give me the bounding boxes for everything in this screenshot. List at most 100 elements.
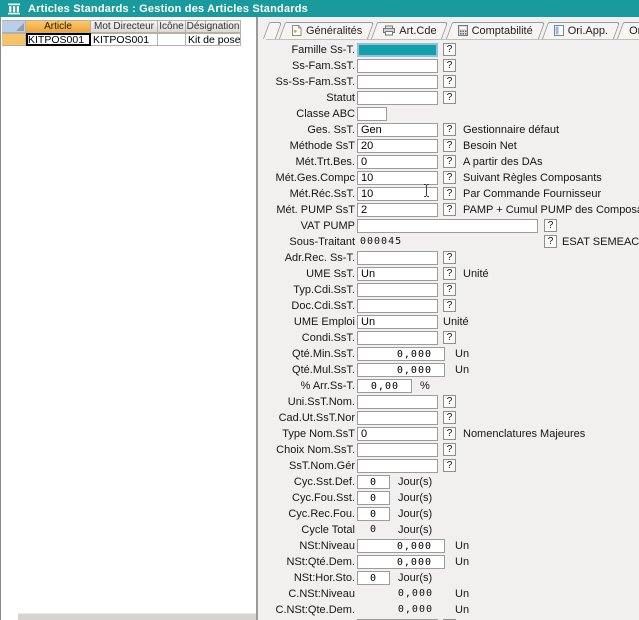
help-button[interactable]: ? bbox=[443, 283, 456, 296]
help-button[interactable]: ? bbox=[544, 219, 557, 232]
field-label: NSt:Hor.Sto. bbox=[262, 570, 355, 586]
help-button[interactable]: ? bbox=[443, 43, 456, 56]
field-input[interactable] bbox=[357, 43, 438, 57]
field-input[interactable] bbox=[357, 459, 438, 473]
field-row: Qté.Min.SsT.Un bbox=[262, 346, 639, 362]
column-header-icne[interactable]: Icône bbox=[158, 20, 186, 33]
horizontal-scrollbar[interactable] bbox=[18, 613, 256, 620]
help-button[interactable]: ? bbox=[544, 235, 557, 248]
column-header-article[interactable]: Article bbox=[26, 20, 91, 33]
field-input[interactable] bbox=[357, 347, 445, 361]
field-note: Un bbox=[455, 538, 469, 554]
field-label: Méthode SsT bbox=[262, 138, 355, 154]
tab-ori-fab[interactable]: Ori.Fab. bbox=[620, 22, 639, 39]
field-input[interactable] bbox=[357, 443, 438, 457]
field-note: Jour(s) bbox=[398, 506, 432, 522]
help-button[interactable]: ? bbox=[443, 395, 456, 408]
field-note: Par Commande Fournisseur bbox=[463, 186, 601, 202]
field-row: Cycle Total0Jour(s) bbox=[262, 522, 639, 538]
help-button[interactable]: ? bbox=[443, 427, 456, 440]
field-input[interactable] bbox=[357, 555, 445, 569]
tab-art-cde[interactable]: Art.Cde bbox=[374, 22, 445, 39]
field-input[interactable] bbox=[357, 539, 445, 553]
field-note: Suivant Règles Composants bbox=[463, 170, 602, 186]
tab-label: Comptabilité bbox=[472, 25, 533, 37]
field-input[interactable] bbox=[357, 331, 438, 345]
help-button[interactable]: ? bbox=[443, 459, 456, 472]
field-input[interactable] bbox=[357, 203, 438, 217]
field-input[interactable] bbox=[357, 123, 438, 137]
field-input[interactable] bbox=[357, 187, 438, 201]
help-button[interactable]: ? bbox=[443, 155, 456, 168]
field-label: C.NSt:Niveau bbox=[262, 586, 355, 602]
field-input[interactable] bbox=[357, 315, 438, 329]
help-button[interactable]: ? bbox=[443, 203, 456, 216]
field-input[interactable] bbox=[357, 267, 438, 281]
field-row: Uni.SsT.Nom.? bbox=[262, 394, 639, 410]
help-button[interactable]: ? bbox=[443, 267, 456, 280]
field-input[interactable] bbox=[357, 75, 438, 89]
field-input[interactable] bbox=[357, 59, 438, 73]
field-label: % Arr.Ss-T. bbox=[262, 378, 355, 394]
help-button[interactable]: ? bbox=[443, 251, 456, 264]
grid-cell[interactable] bbox=[158, 33, 186, 46]
tab-ori-app[interactable]: Ori.App. bbox=[545, 22, 617, 39]
field-input[interactable] bbox=[357, 107, 387, 121]
help-button[interactable]: ? bbox=[443, 443, 456, 456]
help-button[interactable]: ? bbox=[443, 59, 456, 72]
field-input[interactable] bbox=[357, 507, 390, 521]
field-input[interactable] bbox=[357, 427, 438, 441]
field-note: PAMP + Cumul PUMP des Composants bbox=[463, 202, 639, 218]
field-label: UME Emploi bbox=[262, 314, 355, 330]
field-row: SsT.Nom.Gér? bbox=[262, 458, 639, 474]
column-header-dsignation[interactable]: Désignation bbox=[186, 20, 241, 33]
field-label: Condi.SsT. bbox=[262, 330, 355, 346]
row-selector[interactable] bbox=[2, 33, 26, 46]
grid-cell[interactable]: KITPOS001 bbox=[26, 33, 91, 46]
field-label: Cyc.Rec.Fou. bbox=[262, 506, 355, 522]
help-button[interactable]: ? bbox=[443, 75, 456, 88]
tab-comptabilit[interactable]: Comptabilité bbox=[449, 22, 542, 39]
help-button[interactable]: ? bbox=[443, 411, 456, 424]
field-input[interactable] bbox=[357, 411, 438, 425]
field-input[interactable] bbox=[357, 251, 438, 265]
field-note: % bbox=[420, 378, 430, 394]
field-label: Typ.Cdi.SsT. bbox=[262, 282, 355, 298]
field-input[interactable] bbox=[357, 155, 438, 169]
field-input[interactable] bbox=[357, 363, 445, 377]
field-input[interactable] bbox=[357, 283, 438, 297]
help-button[interactable]: ? bbox=[443, 139, 456, 152]
grid-cell[interactable]: Kit de pose 1 bbox=[186, 33, 241, 46]
field-input[interactable] bbox=[357, 139, 438, 153]
help-button[interactable]: ? bbox=[443, 299, 456, 312]
field-input[interactable] bbox=[357, 491, 390, 505]
field-label: Choix Nom.SsT. bbox=[262, 442, 355, 458]
field-label: Cyc.Fou.Sst. bbox=[262, 490, 355, 506]
field-note: Un bbox=[455, 554, 469, 570]
help-button[interactable]: ? bbox=[443, 331, 456, 344]
field-input[interactable] bbox=[357, 475, 390, 489]
field-note: Jour(s) bbox=[398, 522, 432, 538]
field-input[interactable] bbox=[357, 171, 438, 185]
column-header-motdirecteur[interactable]: Mot Directeur bbox=[91, 20, 158, 33]
field-input[interactable] bbox=[357, 219, 538, 233]
field-row: Statut? bbox=[262, 90, 639, 106]
field-row: Mét.Réc.SsT.?Par Commande Fournisseur bbox=[262, 186, 639, 202]
field-note: Besoin Net bbox=[463, 138, 517, 154]
help-button[interactable]: ? bbox=[443, 123, 456, 136]
help-button[interactable]: ? bbox=[443, 91, 456, 104]
help-button[interactable]: ? bbox=[443, 187, 456, 200]
field-value: 0,000 bbox=[357, 602, 445, 618]
field-note: Gestionnaire défaut bbox=[463, 122, 559, 138]
tab-g-n-ralit-s[interactable]: Généralités bbox=[282, 22, 371, 39]
field-input[interactable] bbox=[357, 299, 438, 313]
field-input[interactable] bbox=[357, 395, 438, 409]
field-input[interactable] bbox=[357, 91, 438, 105]
field-row: Qté.Mul.SsT.Un bbox=[262, 362, 639, 378]
grid-cell[interactable]: KITPOS001 bbox=[91, 33, 158, 46]
field-input[interactable] bbox=[357, 379, 412, 393]
field-row: NSt:Hor.Sto.Jour(s) bbox=[262, 570, 639, 586]
field-input[interactable] bbox=[357, 571, 390, 585]
grid-corner-cell[interactable] bbox=[2, 20, 26, 33]
help-button[interactable]: ? bbox=[443, 171, 456, 184]
